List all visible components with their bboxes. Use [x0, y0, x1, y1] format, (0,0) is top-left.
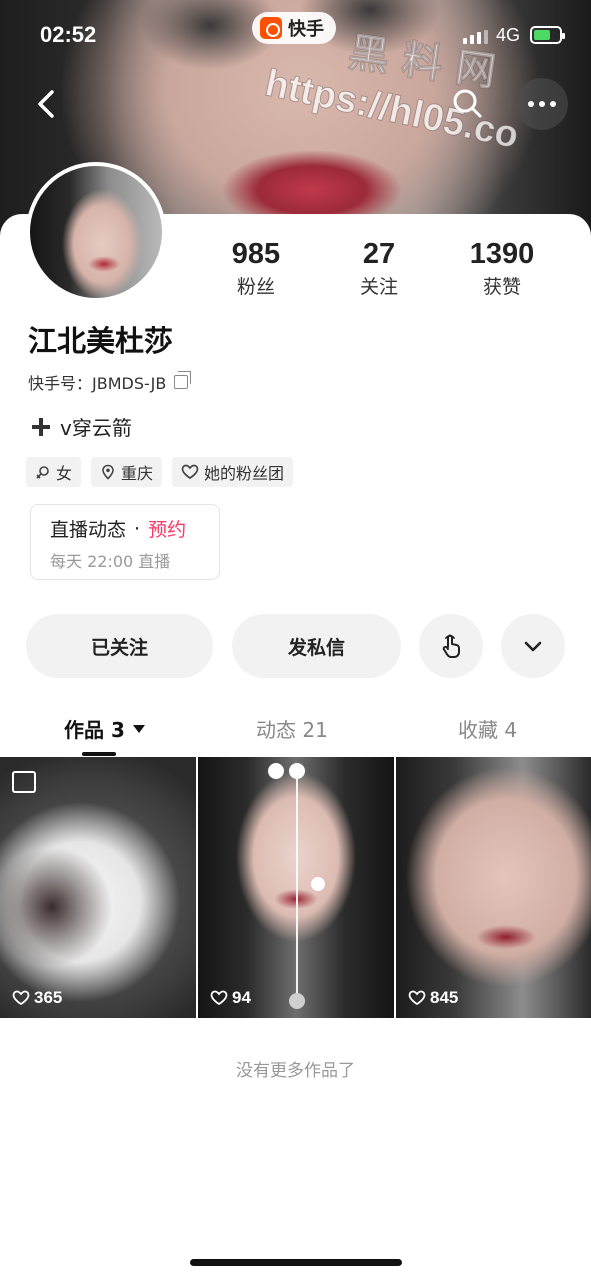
content-tabs: 作品 3 动态 21 收藏 4 — [0, 706, 591, 756]
live-separator: · — [134, 517, 141, 540]
slider-handle-icon — [268, 763, 284, 779]
live-title-row: 直播动态 · 预约 — [50, 515, 219, 542]
work-likes: 94 — [210, 988, 251, 1008]
tag-label: 她的粉丝团 — [204, 464, 285, 483]
caret-down-icon[interactable] — [132, 724, 145, 733]
heart-outline-icon — [12, 990, 30, 1006]
slider-handle-icon — [289, 763, 305, 779]
tag-location: 重庆 — [91, 457, 163, 487]
work-likes: 845 — [408, 988, 458, 1008]
heart-outline-icon — [181, 464, 199, 479]
tab-label: 收藏 4 — [458, 718, 518, 742]
work-item[interactable]: 94 — [198, 757, 394, 1018]
kuaishou-logo-icon — [260, 17, 282, 39]
more-dots-icon — [528, 101, 534, 107]
tab-favorites[interactable]: 收藏 4 — [458, 714, 517, 743]
chevron-left-icon — [38, 90, 54, 118]
profile-name: 江北美杜莎 — [28, 324, 174, 358]
app-badge-label: 快手 — [288, 19, 324, 40]
status-time: 02:52 — [40, 22, 97, 47]
tab-label: 作品 3 — [64, 718, 125, 742]
active-tab-indicator — [82, 752, 116, 756]
likes-count: 365 — [34, 988, 63, 1007]
stat-following[interactable]: 27 关注 — [319, 236, 439, 302]
tab-works[interactable]: 作品 3 — [64, 714, 145, 743]
stat-value: 1390 — [469, 238, 535, 270]
live-title: 直播动态 — [50, 519, 127, 541]
work-item[interactable]: 845 — [396, 757, 591, 1018]
bio-text: v穿云箭 — [60, 416, 132, 440]
stat-label: 粉丝 — [236, 276, 275, 298]
compare-slider-line — [296, 765, 298, 1003]
work-likes: 365 — [12, 988, 62, 1008]
profile-tags: 女 重庆 她的粉丝团 — [26, 457, 294, 487]
live-reserve-link[interactable]: 预约 — [148, 515, 186, 542]
more-options-button[interactable] — [516, 78, 568, 130]
image-set-icon — [12, 771, 36, 793]
slider-handle-icon — [311, 877, 325, 891]
network-type: 4G — [496, 25, 521, 45]
stat-value: 27 — [362, 238, 396, 270]
profile-stats: 985 粉丝 27 关注 1390 获赞 — [0, 236, 591, 316]
slider-handle-icon — [289, 993, 305, 1009]
profile-bio: v穿云箭 — [30, 412, 132, 441]
tab-label: 动态 21 — [256, 718, 328, 742]
back-button[interactable] — [24, 80, 72, 128]
signal-icon — [463, 30, 488, 44]
followed-button[interactable]: 已关注 — [26, 614, 213, 678]
gesture-button[interactable] — [419, 614, 483, 678]
female-icon — [36, 466, 49, 479]
search-icon — [453, 89, 482, 118]
copy-icon[interactable] — [174, 371, 192, 389]
tag-label: 重庆 — [121, 464, 154, 483]
location-pin-icon — [102, 464, 114, 480]
tag-label: 女 — [56, 464, 73, 483]
pointer-hand-icon — [442, 634, 460, 658]
send-message-button[interactable]: 发私信 — [232, 614, 401, 678]
search-button[interactable] — [446, 82, 490, 126]
battery-icon — [530, 26, 565, 44]
kuaishou-id-label: 快手号： — [28, 374, 93, 393]
live-schedule-text: 每天 22:00 直播 — [50, 552, 171, 571]
kuaishou-id-row[interactable]: 快手号：JBMDS-JB — [28, 370, 192, 394]
kuaishou-app-badge: 快手 — [252, 12, 336, 44]
home-indicator[interactable] — [190, 1259, 402, 1266]
tab-moments[interactable]: 动态 21 — [256, 714, 328, 743]
expand-button[interactable] — [501, 614, 565, 678]
tag-gender: 女 — [26, 457, 82, 487]
profile-actions: 已关注 发私信 — [0, 614, 591, 678]
no-more-works-text: 没有更多作品了 — [236, 1061, 355, 1081]
chevron-down-icon — [524, 641, 542, 652]
stat-label: 获赞 — [482, 276, 521, 298]
heart-outline-icon — [408, 990, 426, 1006]
stat-fans[interactable]: 985 粉丝 — [196, 236, 316, 302]
likes-count: 845 — [430, 988, 459, 1007]
works-grid: 365 94 845 — [0, 757, 591, 1018]
status-bar: 02:52 快手 4G — [0, 0, 591, 70]
heart-outline-icon — [210, 990, 228, 1006]
stat-likes[interactable]: 1390 获赞 — [442, 236, 562, 302]
live-schedule-card[interactable]: 直播动态 · 预约 每天 22:00 直播 — [30, 504, 220, 580]
kuaishou-id-value: JBMDS-JB — [92, 374, 167, 393]
tag-fan-club[interactable]: 她的粉丝团 — [172, 457, 294, 487]
plus-icon — [32, 417, 50, 436]
stat-label: 关注 — [359, 276, 398, 298]
stat-value: 985 — [231, 238, 281, 270]
work-item[interactable]: 365 — [0, 757, 196, 1018]
likes-count: 94 — [232, 988, 251, 1007]
